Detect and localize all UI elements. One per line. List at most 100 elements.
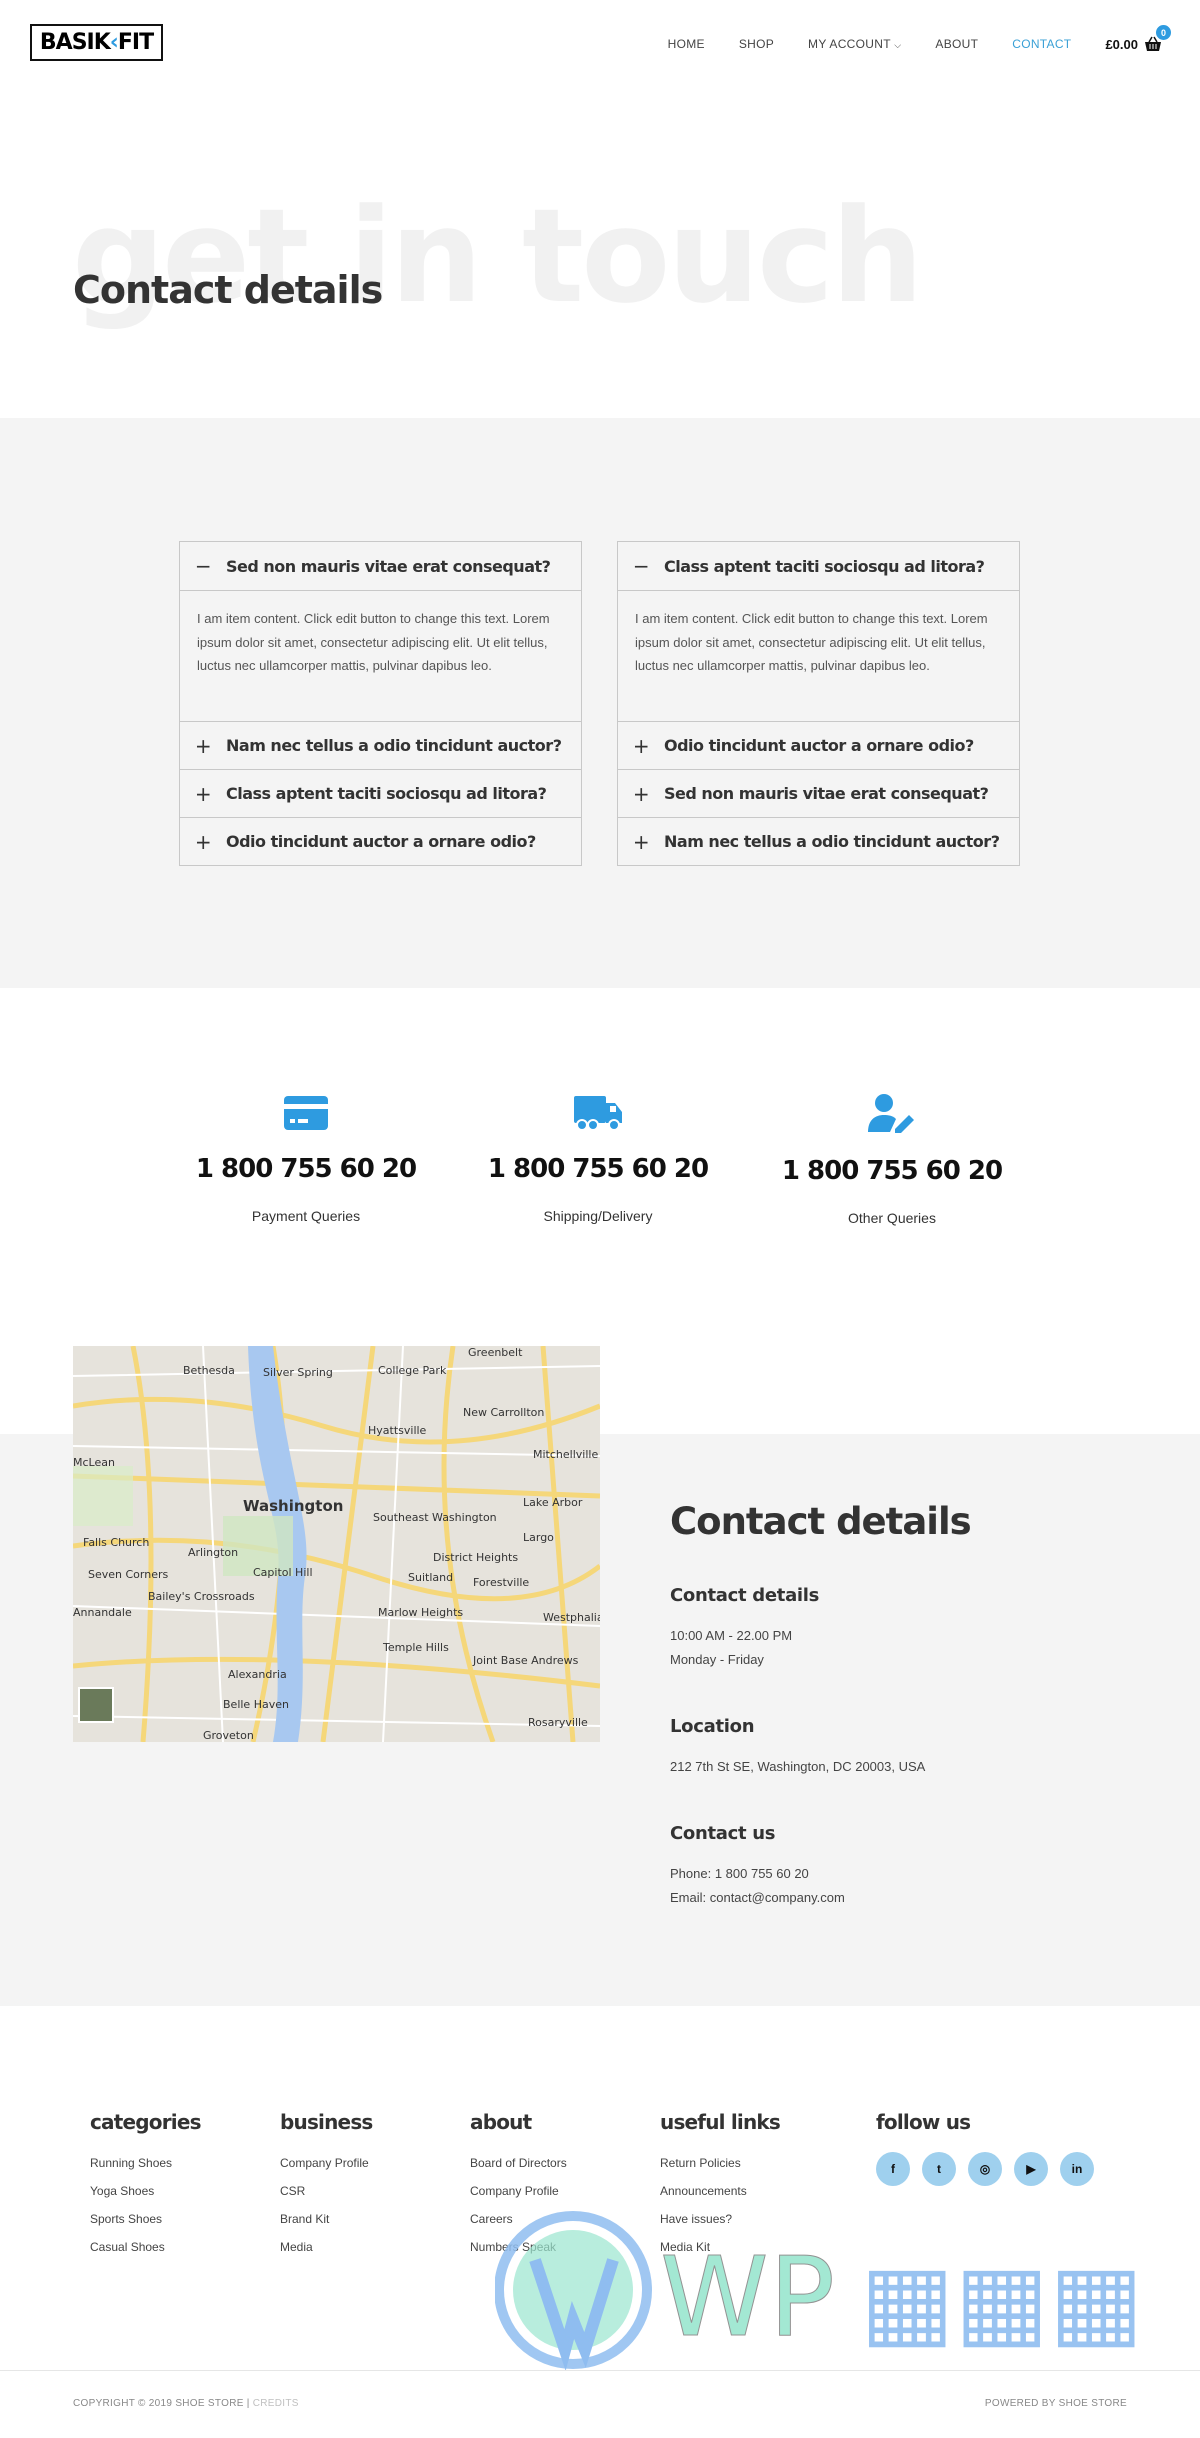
- query-phone: 1 800 755 60 20: [781, 1156, 1003, 1186]
- footer-link[interactable]: CSR: [280, 2184, 373, 2212]
- youtube-icon[interactable]: ▶: [1014, 2152, 1048, 2186]
- nav-my-account[interactable]: MY ACCOUNT ⌵: [808, 37, 901, 51]
- days-text: Monday - Friday: [670, 1652, 764, 1667]
- accordion-left: − Sed non mauris vitae erat consequat? I …: [179, 541, 582, 866]
- footer-link[interactable]: Company Profile: [470, 2184, 567, 2212]
- accordion-content: I am item content. Click edit button to …: [180, 590, 581, 721]
- map-place-label: Groveton: [203, 1729, 254, 1742]
- query-label: Other Queries: [848, 1210, 936, 1226]
- main-nav: HOME SHOP MY ACCOUNT ⌵ ABOUT CONTACT £0.…: [668, 25, 1200, 54]
- plus-icon: +: [632, 733, 650, 758]
- accordion-item[interactable]: + Class aptent taciti sociosqu ad litora?: [180, 769, 581, 817]
- accordion-item-open[interactable]: − Class aptent taciti sociosqu ad litora?: [618, 542, 1019, 590]
- query-other: 1 800 755 60 20 Other Queries: [752, 1093, 1032, 1226]
- logo-text: FIT: [117, 30, 154, 55]
- logo-arrow-icon: ‹: [109, 30, 119, 55]
- copyright-text: COPYRIGHT © 2019 SHOE STORE |: [73, 2398, 253, 2409]
- query-phone: 1 800 755 60 20: [487, 1154, 709, 1184]
- contact-title: Contact details: [670, 1500, 972, 1543]
- page-title: Contact details: [73, 268, 383, 312]
- accordion-item-open[interactable]: − Sed non mauris vitae erat consequat?: [180, 542, 581, 590]
- instagram-icon[interactable]: ◎: [968, 2152, 1002, 2186]
- nav-home[interactable]: HOME: [668, 37, 705, 51]
- svg-text:WP: WP: [660, 2233, 835, 2361]
- footer-link[interactable]: Brand Kit: [280, 2212, 373, 2240]
- nav-shop[interactable]: SHOP: [739, 37, 774, 51]
- footer-heading: follow us: [876, 2110, 971, 2134]
- nav-contact[interactable]: CONTACT: [1012, 37, 1071, 51]
- minus-icon: −: [194, 554, 212, 578]
- map-place-label: New Carrollton: [463, 1406, 544, 1419]
- footer-link[interactable]: Announcements: [660, 2184, 780, 2212]
- accordion-content: I am item content. Click edit button to …: [618, 590, 1019, 721]
- cart-total: £0.00: [1105, 36, 1138, 52]
- accordion-title: Sed non mauris vitae erat consequat?: [226, 556, 551, 576]
- map-place-label: Southeast Washington: [373, 1511, 497, 1524]
- map-place-label: Capitol Hill: [253, 1566, 313, 1579]
- map-place-label: Bethesda: [183, 1364, 235, 1377]
- map-place-label: Marlow Heights: [378, 1606, 463, 1619]
- footer-divider: [0, 2370, 1200, 2371]
- cart-count-badge: 0: [1156, 25, 1171, 40]
- plus-icon: +: [194, 781, 212, 806]
- credits-link[interactable]: CREDITS: [253, 2398, 299, 2409]
- map-place-label: District Heights: [433, 1551, 518, 1564]
- powered-by: POWERED BY SHOE STORE: [984, 2398, 1127, 2409]
- map-place-label: McLean: [73, 1456, 115, 1469]
- accordion-item[interactable]: + Nam nec tellus a odio tincidunt auctor?: [618, 817, 1019, 865]
- map-place-label: Falls Church: [83, 1536, 149, 1549]
- footer-col-categories: categories Running Shoes Yoga Shoes Spor…: [90, 2110, 202, 2268]
- footer-link[interactable]: Running Shoes: [90, 2156, 201, 2184]
- footer-heading: about: [470, 2110, 532, 2134]
- twitter-icon[interactable]: t: [922, 2152, 956, 2186]
- map-place-label: Belle Haven: [223, 1698, 289, 1711]
- linkedin-icon[interactable]: in: [1060, 2152, 1094, 2186]
- logo[interactable]: BASIK ‹ FIT: [30, 24, 163, 61]
- google-map[interactable]: Washington Arlington Alexandria Silver Spri…: [73, 1346, 600, 1742]
- footer-link[interactable]: Return Policies: [660, 2156, 780, 2184]
- facebook-icon[interactable]: f: [876, 2152, 910, 2186]
- map-place-label: Suitland: [408, 1571, 453, 1584]
- accordion-item[interactable]: + Nam nec tellus a odio tincidunt auctor?: [180, 721, 581, 769]
- footer-link[interactable]: Media: [280, 2240, 373, 2268]
- footer-heading: business: [280, 2110, 373, 2134]
- nav-label: MY ACCOUNT: [808, 37, 891, 51]
- address-text: 212 7th St SE, Washington, DC 20003, USA: [670, 1759, 926, 1774]
- phone-text: Phone: 1 800 755 60 20: [670, 1866, 809, 1881]
- accordion-item[interactable]: + Odio tincidunt auctor a ornare odio?: [180, 817, 581, 865]
- accordion-item[interactable]: + Odio tincidunt auctor a ornare odio?: [618, 721, 1019, 769]
- email-link[interactable]: Email: contact@company.com: [670, 1886, 1150, 1910]
- map-place-label: Hyattsville: [368, 1424, 427, 1437]
- map-place-label: Rosaryville: [528, 1716, 588, 1729]
- footer-link[interactable]: Yoga Shoes: [90, 2184, 201, 2212]
- query-label: Payment Queries: [251, 1208, 361, 1224]
- map-place-label: Seven Corners: [88, 1568, 168, 1581]
- map-place-label: Greenbelt: [468, 1346, 523, 1359]
- accordion-title: Nam nec tellus a odio tincidunt auctor?: [664, 832, 1000, 851]
- query-payment: 1 800 755 60 20 Payment Queries: [166, 1095, 446, 1224]
- copyright: COPYRIGHT © 2019 SHOE STORE | CREDITS: [73, 2398, 299, 2409]
- nav-about[interactable]: ABOUT: [935, 37, 978, 51]
- footer-link[interactable]: Company Profile: [280, 2156, 373, 2184]
- accordion-title: Sed non mauris vitae erat consequat?: [664, 784, 989, 803]
- cart-button[interactable]: £0.00 0: [1105, 25, 1171, 52]
- logo-text: BASIK: [39, 30, 111, 55]
- footer-link[interactable]: Sports Shoes: [90, 2212, 201, 2240]
- accordion-item[interactable]: + Sed non mauris vitae erat consequat?: [618, 769, 1019, 817]
- contact-details: Contact details Contact details 10:00 AM…: [670, 1500, 1150, 1910]
- map-place-label: Forestville: [473, 1576, 529, 1589]
- map-graphic: Washington Arlington Alexandria Silver Spri…: [73, 1346, 600, 1742]
- plus-icon: +: [194, 733, 212, 758]
- truck-icon: [574, 1096, 622, 1131]
- footer-heading: useful links: [660, 2110, 781, 2134]
- hours-text: 10:00 AM - 22.00 PM: [670, 1628, 793, 1643]
- footer-link[interactable]: Casual Shoes: [90, 2240, 201, 2268]
- map-place-label: Lake Arbor: [523, 1496, 583, 1509]
- chevron-down-icon: ⌵: [894, 40, 902, 50]
- accordion-title: Odio tincidunt auctor a ornare odio?: [226, 832, 536, 851]
- query-label: Shipping/Delivery: [543, 1208, 653, 1224]
- map-place-label: Mitchellville: [533, 1448, 598, 1461]
- footer-col-business: business Company Profile CSR Brand Kit M…: [280, 2110, 373, 2268]
- faq-section: − Sed non mauris vitae erat consequat? I …: [0, 418, 1200, 988]
- footer-link[interactable]: Board of Directors: [470, 2156, 567, 2184]
